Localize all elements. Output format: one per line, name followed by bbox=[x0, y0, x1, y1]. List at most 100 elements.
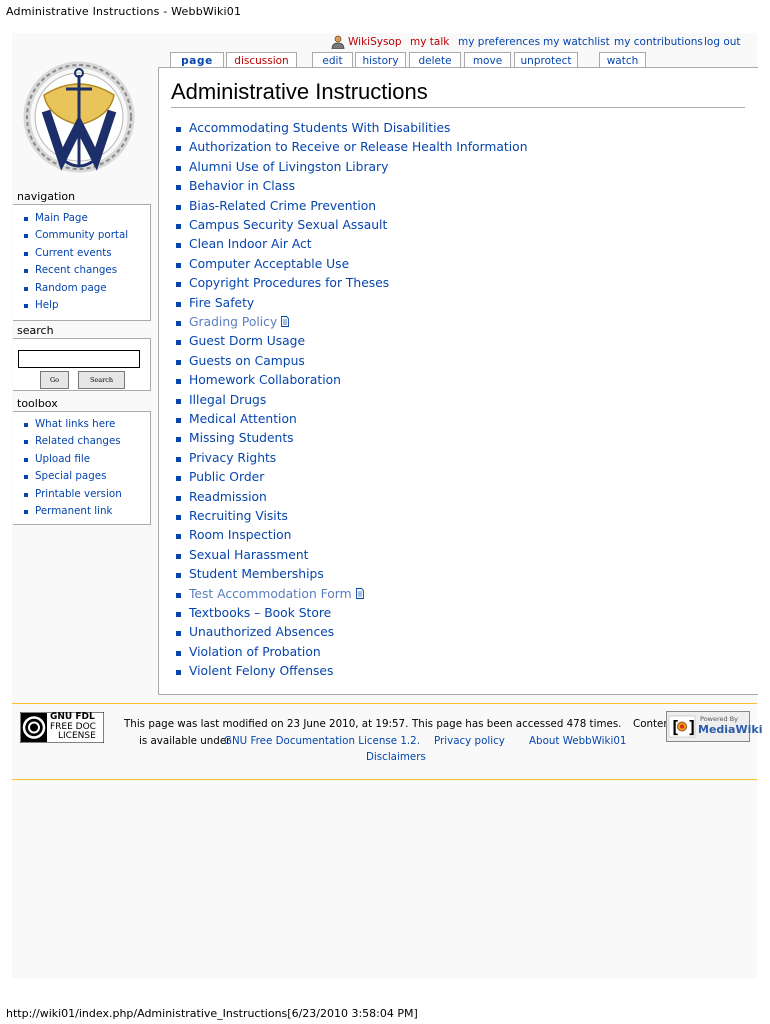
go-button[interactable]: Go bbox=[40, 371, 69, 389]
search-heading: search bbox=[17, 324, 54, 337]
instruction-link[interactable]: Readmission bbox=[189, 490, 267, 504]
instruction-link[interactable]: Illegal Drugs bbox=[189, 393, 266, 407]
tool-related-changes[interactable]: Related changes bbox=[35, 435, 121, 447]
instruction-link[interactable]: Computer Acceptable Use bbox=[189, 257, 349, 271]
page-accessed-text: This page has been accessed 478 times. bbox=[412, 718, 622, 730]
instruction-link[interactable]: Unauthorized Absences bbox=[189, 625, 334, 639]
list-item: Authorization to Receive or Release Heal… bbox=[176, 140, 528, 159]
list-item: Missing Students bbox=[176, 431, 294, 450]
gnu-fdl-badge[interactable]: GNU FDL FREE DOC LICENSE bbox=[19, 711, 105, 744]
nav-main-page[interactable]: Main Page bbox=[35, 212, 88, 224]
about-link[interactable]: About WebbWiki01 bbox=[529, 735, 626, 747]
instruction-link[interactable]: Missing Students bbox=[189, 431, 294, 445]
instruction-link[interactable]: Recruiting Visits bbox=[189, 509, 288, 523]
list-item: Student Memberships bbox=[176, 567, 324, 586]
my-contributions-link[interactable]: my contributions bbox=[614, 36, 703, 48]
personal-tools: WikiSysop my talk my preferences my watc… bbox=[0, 36, 770, 50]
instruction-link[interactable]: Campus Security Sexual Assault bbox=[189, 218, 387, 232]
tab-delete[interactable]: delete bbox=[409, 52, 461, 68]
toolbox-portlet: What links here Related changes Upload f… bbox=[13, 411, 151, 525]
instruction-link[interactable]: Violent Felony Offenses bbox=[189, 664, 333, 678]
content-license-prefix: Conten bbox=[633, 718, 670, 730]
list-item: Copyright Procedures for Theses bbox=[175, 276, 389, 295]
tool-permanent-link[interactable]: Permanent link bbox=[35, 505, 112, 517]
svg-text:]: ] bbox=[687, 718, 697, 738]
search-button[interactable]: Search bbox=[78, 371, 125, 389]
list-item: Illegal Drugs bbox=[175, 393, 266, 412]
powered-by-mediawiki-badge[interactable]: [ ] Powered By MediaWiki bbox=[666, 711, 762, 742]
instruction-link[interactable]: Textbooks – Book Store bbox=[189, 606, 331, 620]
instruction-link[interactable]: Guest Dorm Usage bbox=[189, 334, 305, 348]
nav-recent-changes[interactable]: Recent changes bbox=[35, 264, 117, 276]
my-watchlist-link[interactable]: my watchlist bbox=[543, 36, 610, 48]
tab-history[interactable]: history bbox=[355, 52, 406, 68]
instruction-link[interactable]: Grading Policy bbox=[189, 315, 277, 329]
instruction-link[interactable]: Sexual Harassment bbox=[189, 548, 308, 562]
instruction-link[interactable]: Alumni Use of Livingston Library bbox=[189, 160, 388, 174]
toolbox-heading: toolbox bbox=[17, 397, 58, 410]
list-item: Medical Attention bbox=[176, 412, 297, 431]
instruction-link[interactable]: Fire Safety bbox=[189, 296, 254, 310]
nav-community-portal[interactable]: Community portal bbox=[35, 229, 128, 241]
tool-upload-file[interactable]: Upload file bbox=[35, 453, 90, 465]
tab-watch[interactable]: watch bbox=[599, 52, 646, 68]
license-link[interactable]: GNU Free Documentation License 1.2. bbox=[224, 735, 420, 747]
instruction-link[interactable]: Behavior in Class bbox=[189, 179, 295, 193]
file-icon[interactable] bbox=[281, 316, 290, 327]
instruction-link[interactable]: Accommodating Students With Disabilities bbox=[189, 121, 450, 135]
footer-bottom-line bbox=[12, 779, 757, 780]
my-preferences-link[interactable]: my preferences bbox=[458, 36, 540, 48]
tab-discussion[interactable]: discussion bbox=[226, 52, 297, 68]
tool-special-pages[interactable]: Special pages bbox=[35, 470, 106, 482]
instruction-link[interactable]: Guests on Campus bbox=[189, 354, 305, 368]
tab-edit[interactable]: edit bbox=[312, 52, 353, 68]
instruction-link[interactable]: Privacy Rights bbox=[189, 451, 276, 465]
instruction-link[interactable]: Violation of Probation bbox=[189, 645, 321, 659]
instruction-link[interactable]: Authorization to Receive or Release Heal… bbox=[189, 140, 528, 154]
tool-printable-version[interactable]: Printable version bbox=[35, 488, 122, 500]
list-item: Unauthorized Absences bbox=[175, 625, 334, 644]
user-page-link[interactable]: WikiSysop bbox=[348, 36, 402, 48]
mediawiki-badge-line-2: MediaWiki bbox=[698, 723, 763, 736]
list-item: Recruiting Visits bbox=[176, 509, 288, 528]
search-input[interactable] bbox=[18, 350, 140, 368]
instruction-link[interactable]: Copyright Procedures for Theses bbox=[189, 276, 389, 290]
instruction-link[interactable]: Test Accommodation Form bbox=[189, 587, 352, 601]
list-item: Sexual Harassment bbox=[175, 548, 308, 567]
nav-current-events[interactable]: Current events bbox=[35, 247, 112, 259]
tab-unprotect[interactable]: unprotect bbox=[514, 52, 578, 68]
tool-what-links-here[interactable]: What links here bbox=[35, 418, 115, 430]
mediawiki-badge-line-1: Powered By bbox=[700, 715, 739, 723]
content-area: Administrative Instructions Accommodatin… bbox=[158, 67, 758, 695]
instruction-link[interactable]: Public Order bbox=[189, 470, 264, 484]
disclaimers-link[interactable]: Disclaimers bbox=[366, 751, 426, 763]
nav-help[interactable]: Help bbox=[35, 299, 58, 311]
log-out-link[interactable]: log out bbox=[704, 36, 741, 48]
list-item: Accommodating Students With Disabilities bbox=[175, 121, 450, 140]
file-icon[interactable] bbox=[355, 587, 364, 599]
list-item: Violent Felony Offenses bbox=[175, 664, 333, 683]
instruction-link[interactable]: Student Memberships bbox=[189, 567, 324, 581]
list-item: Test Accommodation Form bbox=[176, 587, 364, 606]
tab-page[interactable]: page bbox=[170, 52, 224, 68]
list-item: Public Order bbox=[175, 470, 264, 489]
instruction-link[interactable]: Clean Indoor Air Act bbox=[189, 237, 312, 251]
instruction-link[interactable]: Room Inspection bbox=[189, 528, 291, 542]
navigation-heading: navigation bbox=[17, 190, 76, 203]
privacy-policy-link[interactable]: Privacy policy bbox=[434, 735, 505, 747]
list-item: Alumni Use of Livingston Library bbox=[175, 160, 388, 179]
tab-move[interactable]: move bbox=[464, 52, 511, 68]
nav-random-page[interactable]: Random page bbox=[35, 282, 107, 294]
list-item: Readmission bbox=[176, 490, 267, 509]
list-item: Violation of Probation bbox=[176, 645, 321, 664]
instruction-link[interactable]: Medical Attention bbox=[189, 412, 297, 426]
list-item: Guests on Campus bbox=[176, 354, 305, 373]
instruction-link[interactable]: Bias-Related Crime Prevention bbox=[189, 199, 376, 213]
available-under-text: is available under bbox=[139, 735, 231, 747]
my-talk-link[interactable]: my talk bbox=[410, 36, 449, 48]
site-logo[interactable] bbox=[22, 55, 136, 183]
list-item: Computer Acceptable Use bbox=[175, 257, 349, 276]
instruction-link[interactable]: Homework Collaboration bbox=[189, 373, 341, 387]
page-title: Administrative Instructions bbox=[171, 78, 745, 108]
list-item: Guest Dorm Usage bbox=[175, 334, 305, 353]
